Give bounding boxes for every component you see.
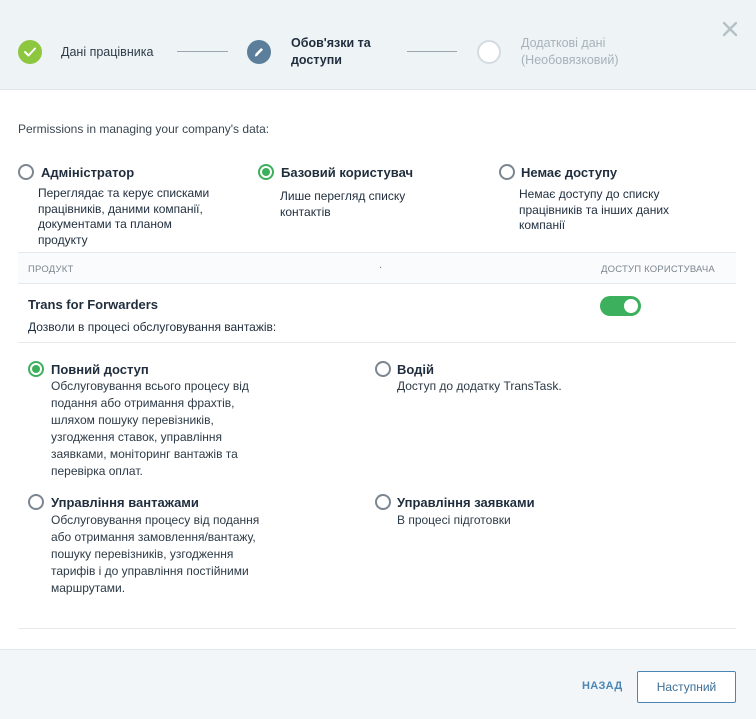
next-button[interactable]: Наступний: [637, 671, 736, 703]
divider: [18, 628, 736, 629]
close-icon[interactable]: [719, 18, 741, 40]
check-icon: [18, 40, 42, 64]
desc-line: узгодження ставок, управління: [51, 430, 223, 444]
desc-line: працівників, даними компанії,: [38, 201, 203, 216]
permission-desc: В процесі підготовки: [397, 512, 637, 529]
desc-line: перевірка оплат.: [51, 464, 143, 478]
permission-title: Водій: [397, 362, 435, 377]
permission-desc: Обслуговування процесу від подання або о…: [51, 512, 291, 597]
permissions-intro: Permissions in managing your company's d…: [18, 122, 270, 136]
step-label: Дані працівника: [61, 44, 154, 59]
desc-line: Лише перегляд списку: [280, 189, 406, 203]
wizard-header: Дані працівника Обов'язки та доступи Дод…: [0, 0, 756, 90]
toggle-knob: [624, 299, 638, 313]
desc-line: Немає доступу до списку: [519, 187, 660, 201]
option-title: Адміністратор: [41, 165, 135, 180]
product-access-toggle[interactable]: [600, 296, 641, 316]
step-label-line2: (Необовязковий): [521, 53, 619, 67]
product-name: Trans for Forwarders: [28, 297, 159, 312]
permission-desc: Обслуговування всього процесу від поданн…: [51, 378, 281, 480]
desc-line: працівників та інших даних: [519, 202, 670, 217]
desc-line: подання або отримання фрахтів,: [51, 396, 235, 410]
desc-line: пошуку перевізників, узгодження: [51, 547, 234, 561]
radio-cargo-management[interactable]: [28, 494, 44, 510]
permission-title: Повний доступ: [51, 362, 149, 377]
desc-line: контактів: [280, 204, 331, 219]
radio-admin[interactable]: [18, 164, 34, 180]
step-label-line1: Додаткові дані: [521, 36, 606, 50]
option-desc: Лише перегляд списку контактів: [280, 189, 460, 220]
option-title: Базовий користувач: [281, 165, 414, 180]
pencil-icon: [247, 40, 271, 64]
divider: [18, 342, 736, 343]
desc-line: Обслуговування процесу від подання: [51, 513, 260, 527]
radio-full-access[interactable]: [28, 361, 44, 377]
radio-order-management[interactable]: [375, 494, 391, 510]
desc-line: В процесі підготовки: [397, 513, 511, 527]
step-label-line1: Обов'язки та: [291, 36, 371, 50]
empty-circle-icon: [477, 40, 501, 64]
step-connector: [407, 51, 457, 52]
radio-driver[interactable]: [375, 361, 391, 377]
desc-line: Обслуговування всього процесу від: [51, 379, 249, 393]
desc-line: шляхом пошуку перевізників,: [51, 413, 214, 427]
step-duties-access: Обов'язки та доступи: [247, 35, 371, 69]
product-table-header: ПРОДУКТ . ДОСТУП КОРИСТУВАЧА: [18, 252, 736, 284]
desc-line: Доступ до додатку TransTask.: [397, 379, 562, 393]
desc-line: продукту: [38, 232, 88, 247]
permission-title: Управління вантажами: [51, 495, 199, 510]
desc-line: маршрутами.: [51, 581, 126, 595]
product-subtitle: Дозволи в процесі обслуговування вантажі…: [28, 320, 277, 334]
permission-desc: Доступ до додатку TransTask.: [397, 378, 637, 395]
step-employee-data: Дані працівника: [18, 40, 153, 64]
radio-basic-user[interactable]: [258, 164, 274, 180]
desc-line: компанії: [519, 218, 566, 232]
wizard-footer: НАЗАД Наступний: [0, 649, 756, 719]
back-button[interactable]: НАЗАД: [582, 680, 622, 692]
desc-line: Переглядає та керує списками: [38, 186, 210, 200]
desc-line: документами та планом: [38, 217, 172, 231]
radio-no-access[interactable]: [499, 164, 515, 180]
step-connector: [177, 51, 228, 52]
permission-title: Управління заявками: [397, 495, 535, 510]
step-label-line2: доступи: [291, 53, 342, 67]
desc-line: заявками, моніторинг вантажів та: [51, 447, 238, 461]
step-additional-data: Додаткові дані (Необовязковий): [477, 35, 619, 69]
option-title: Немає доступу: [521, 165, 618, 180]
column-product: ПРОДУКТ: [28, 264, 74, 275]
option-desc: Переглядає та керує списками працівників…: [38, 186, 228, 248]
column-user-access: ДОСТУП КОРИСТУВАЧА: [601, 264, 715, 275]
option-desc: Немає доступу до списку працівників та і…: [519, 187, 719, 234]
desc-line: або отримання замовлення/вантажу,: [51, 530, 256, 544]
desc-line: тарифів і до управління постійними: [51, 564, 249, 578]
column-dot: .: [379, 259, 383, 271]
